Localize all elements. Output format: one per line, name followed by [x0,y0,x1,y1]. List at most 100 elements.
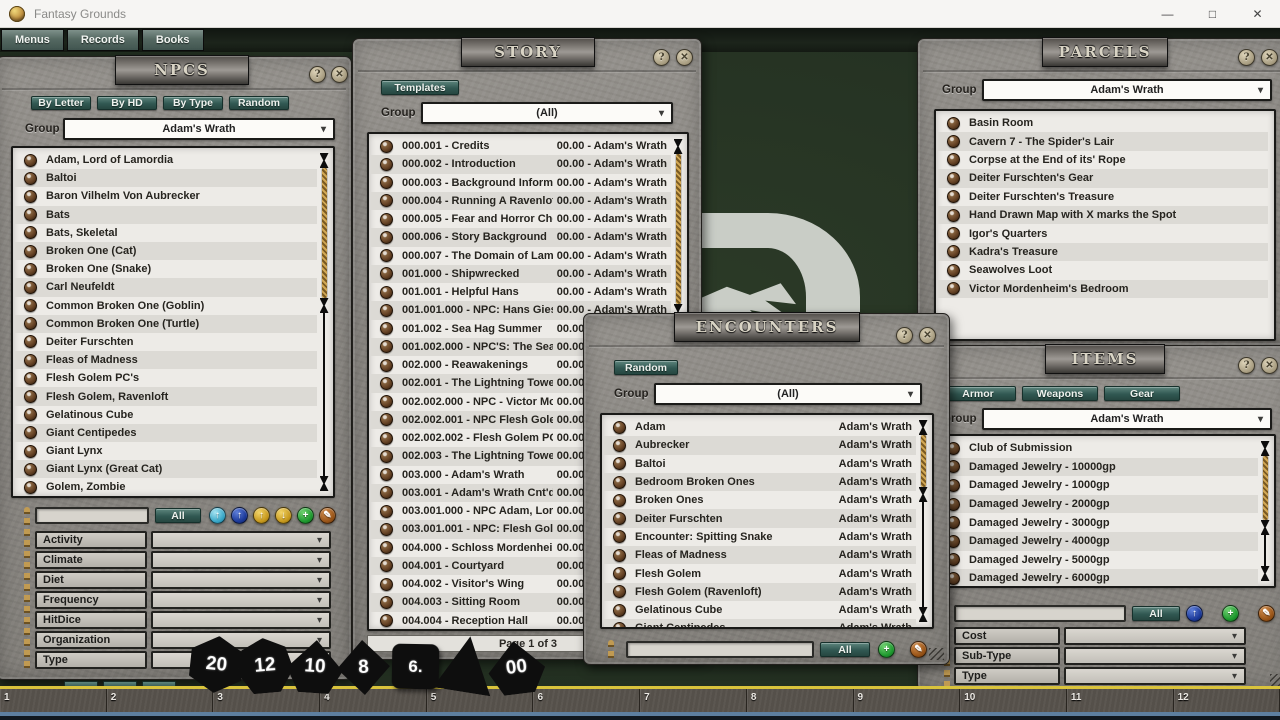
add-button[interactable]: + [878,641,895,658]
menu-tab[interactable]: Books [142,29,204,51]
gold-down-arrow-button[interactable]: ↓ [275,507,292,524]
entry-bullet-icon[interactable] [613,512,626,525]
scroll-rope-thumb[interactable] [676,154,681,304]
story-list-item[interactable]: 000.006 - Story Background 00.00 - Adam'… [371,228,671,246]
npc-list-item[interactable]: Gelatinous Cube [15,406,317,424]
entry-bullet-icon[interactable] [380,541,393,554]
scroll-knob-icon[interactable] [320,476,329,491]
entry-bullet-icon[interactable] [380,304,393,317]
blue-up-arrow-button[interactable]: ↑ [1186,605,1203,622]
entry-bullet-icon[interactable] [380,578,393,591]
item-list-item[interactable]: Damaged Jewelry - 6000gp [938,569,1258,588]
entry-bullet-icon[interactable] [613,622,626,629]
menu-tab[interactable]: Records [67,29,139,51]
entry-bullet-icon[interactable] [380,359,393,372]
item-list-item[interactable]: Damaged Jewelry - 5000gp [938,551,1258,570]
entry-bullet-icon[interactable] [380,340,393,353]
menu-tab[interactable]: Menus [1,29,64,51]
scroll-knob-icon[interactable] [919,607,928,622]
entry-bullet-icon[interactable] [24,299,37,312]
entry-bullet-icon[interactable] [24,390,37,403]
parcels-group-select[interactable]: Adam's Wrath ▾ [982,79,1272,101]
encounter-list-item[interactable]: Bedroom Broken Ones Adam's Wrath [604,473,916,491]
npc-list-item[interactable]: Baron Vilhelm Von Aubrecker [15,187,317,205]
resize-grip[interactable] [1270,674,1280,686]
items-category-tab[interactable]: Armor [940,386,1016,401]
entry-bullet-icon[interactable] [380,468,393,481]
npc-list-item[interactable]: Golem, Zombie [15,478,317,496]
entry-bullet-icon[interactable] [24,426,37,439]
items-group-select[interactable]: Adam's Wrath ▾ [982,408,1272,430]
close-icon[interactable]: ✕ [676,49,693,66]
add-button[interactable]: + [1222,605,1239,622]
npc-list-item[interactable]: Flesh Golem, Ravenloft [15,387,317,405]
entry-bullet-icon[interactable] [380,231,393,244]
entry-bullet-icon[interactable] [947,227,960,240]
entry-bullet-icon[interactable] [947,264,960,277]
entry-bullet-icon[interactable] [24,263,37,276]
filter-dropdown[interactable]: ▾ [151,591,331,609]
item-list-item[interactable]: Damaged Jewelry - 2000gp [938,495,1258,514]
entry-bullet-icon[interactable] [24,408,37,421]
entry-bullet-icon[interactable] [24,172,37,185]
encounter-list-item[interactable]: Flesh Golem (Ravenloft) Adam's Wrath [604,583,916,601]
npc-list-item[interactable]: Common Broken One (Goblin) [15,297,317,315]
entry-bullet-icon[interactable] [380,267,393,280]
entry-bullet-icon[interactable] [380,523,393,536]
entry-bullet-icon[interactable] [613,530,626,543]
encounters-all-button[interactable]: All [820,642,870,657]
parcel-list-item[interactable]: Deiter Furschten's Treasure [938,188,1268,206]
entry-bullet-icon[interactable] [380,194,393,207]
scroll-rope-thumb[interactable] [1263,456,1268,520]
npc-list-item[interactable]: Giant Lynx [15,442,317,460]
encounter-list-item[interactable]: Deiter Furschten Adam's Wrath [604,509,916,527]
story-list-item[interactable]: 001.001 - Helpful Hans 00.00 - Adam's Wr… [371,283,671,301]
story-list-item[interactable]: 000.007 - The Domain of Lamordia 00.00 -… [371,247,671,265]
scroll-knob-icon[interactable] [919,487,928,502]
maximize-icon[interactable]: □ [1190,0,1235,27]
entry-bullet-icon[interactable] [24,154,37,167]
entry-bullet-icon[interactable] [24,245,37,258]
entry-bullet-icon[interactable] [613,549,626,562]
entry-bullet-icon[interactable] [24,317,37,330]
entry-bullet-icon[interactable] [380,395,393,408]
entry-bullet-icon[interactable] [24,281,37,294]
encounter-list-item[interactable]: Adam Adam's Wrath [604,418,916,436]
help-icon[interactable]: ? [653,49,670,66]
npcs-sort-tab[interactable]: By HD [97,96,157,110]
entry-bullet-icon[interactable] [24,335,37,348]
entry-bullet-icon[interactable] [947,153,960,166]
npc-list-item[interactable]: Broken One (Snake) [15,260,317,278]
entry-bullet-icon[interactable] [24,372,37,385]
entry-bullet-icon[interactable] [380,432,393,445]
entry-bullet-icon[interactable] [380,140,393,153]
entry-bullet-icon[interactable] [947,172,960,185]
parcel-list-item[interactable]: Hand Drawn Map with X marks the Spot [938,206,1268,224]
npc-list-item[interactable]: Bats, Skeletal [15,224,317,242]
entry-bullet-icon[interactable] [380,286,393,299]
filter-dropdown[interactable]: ▾ [151,531,331,549]
entry-bullet-icon[interactable] [380,413,393,426]
items-category-tab[interactable]: Gear [1104,386,1180,401]
encounter-list-item[interactable]: Giant Centipedes Adam's Wrath [604,619,916,629]
item-list-item[interactable]: Damaged Jewelry - 10000gp [938,458,1258,477]
npcs-search-input[interactable] [35,507,149,524]
parcel-list-item[interactable]: Igor's Quarters [938,224,1268,242]
entry-bullet-icon[interactable] [24,463,37,476]
npc-list-item[interactable]: Bats [15,206,317,224]
scrollbar[interactable] [1260,441,1270,581]
item-list-item[interactable]: Club of Submission [938,439,1258,458]
entry-bullet-icon[interactable] [24,481,37,494]
hotkey-slot[interactable]: 8 [747,689,854,712]
scroll-rope-thumb[interactable] [322,168,327,298]
encounters-search-input[interactable] [626,641,814,658]
encounter-list-item[interactable]: Fleas of Madness Adam's Wrath [604,546,916,564]
npcs-sort-tab[interactable]: By Letter [31,96,91,110]
entry-bullet-icon[interactable] [380,377,393,390]
parcel-list-item[interactable]: Kadra's Treasure [938,243,1268,261]
filter-dropdown[interactable]: ▾ [1064,647,1246,665]
entry-bullet-icon[interactable] [947,209,960,222]
entry-bullet-icon[interactable] [613,494,626,507]
story-list-item[interactable]: 001.000 - Shipwrecked 00.00 - Adam's Wra… [371,265,671,283]
edit-button[interactable]: ✎ [910,641,927,658]
